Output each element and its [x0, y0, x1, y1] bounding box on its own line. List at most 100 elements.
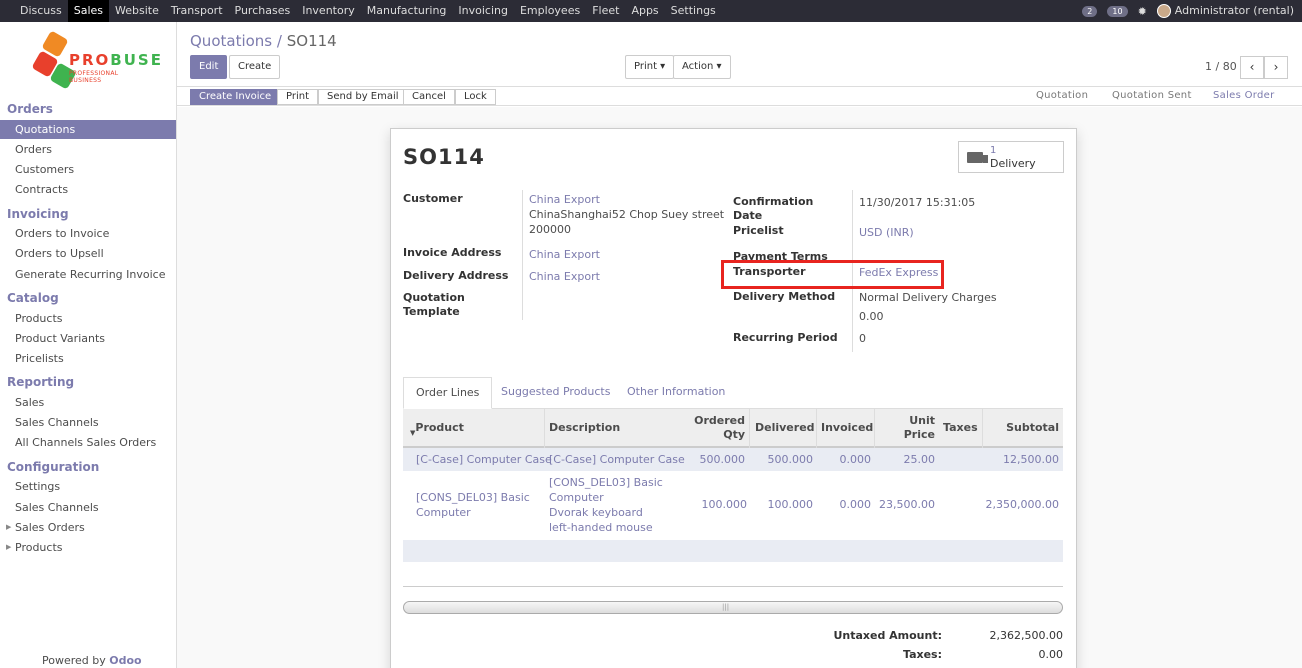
stage-quotation-sent[interactable]: Quotation Sent	[1112, 87, 1192, 105]
sidebar-item-customers[interactable]: Customers	[0, 160, 176, 179]
pricelist-field[interactable]: USD (INR)	[859, 225, 914, 240]
row-delivered[interactable]: 500.000	[750, 452, 814, 467]
menu-transport[interactable]: Transport	[165, 0, 229, 22]
pager-value[interactable]: 1 / 80	[1205, 60, 1237, 73]
sidebar-item-pricelists[interactable]: Pricelists	[0, 349, 176, 368]
company-logo[interactable]: PROBUSE PROFESSIONAL BUSINESS	[31, 30, 161, 94]
sidebar-item-config-sales-orders[interactable]: ▶ Sales Orders	[0, 518, 176, 537]
sidebar-item-products[interactable]: Products	[0, 309, 176, 328]
row-subtotal[interactable]: 2,350,000.00	[984, 497, 1059, 512]
column-invoiced[interactable]: Invoiced	[821, 421, 873, 435]
row-delivered[interactable]: 100.000	[750, 497, 814, 512]
chat-icon[interactable]: 2	[1082, 5, 1098, 17]
edit-button[interactable]: Edit	[190, 55, 228, 79]
column-product-label: Product	[415, 421, 464, 434]
scrollbar-grip-icon: |||	[722, 603, 730, 611]
activity-icon[interactable]: 10	[1107, 5, 1128, 17]
row-subtotal[interactable]: 12,500.00	[984, 452, 1059, 467]
table-row-add-line[interactable]	[403, 540, 1063, 562]
tab-other-information[interactable]: Other Information	[615, 377, 737, 409]
horizontal-scrollbar[interactable]: |||	[403, 601, 1063, 614]
column-divider	[982, 409, 983, 448]
confirmation-date-label: Confirmation Date	[733, 195, 813, 223]
invoice-address-field[interactable]: China Export	[529, 247, 600, 262]
menu-settings[interactable]: Settings	[665, 0, 722, 22]
sidebar-item-orders-to-upsell[interactable]: Orders to Upsell	[0, 244, 176, 263]
column-divider	[749, 409, 750, 448]
sidebar-item-config-products[interactable]: ▶ Products	[0, 538, 176, 557]
sidebar-item-quotations[interactable]: Quotations	[0, 120, 176, 139]
tab-order-lines[interactable]: Order Lines	[403, 377, 493, 409]
stage-quotation[interactable]: Quotation	[1036, 87, 1088, 105]
sidebar-item-sales-channels[interactable]: Sales Channels	[0, 413, 176, 432]
column-product[interactable]: ▼Product	[410, 421, 464, 437]
menu-apps[interactable]: Apps	[625, 0, 664, 22]
sidebar-item-orders[interactable]: Orders	[0, 140, 176, 159]
sidebar-item-contracts[interactable]: Contracts	[0, 180, 176, 199]
print-dropdown[interactable]: Print ▾	[625, 55, 675, 79]
pager-next-button[interactable]: ›	[1264, 56, 1288, 79]
sidebar-item-generate-recurring-invoice[interactable]: Generate Recurring Invoice	[0, 265, 176, 284]
sidebar-item-all-channels-sales-orders[interactable]: All Channels Sales Orders	[0, 433, 176, 452]
menu-inventory[interactable]: Inventory	[296, 0, 361, 22]
pager-previous-button[interactable]: ‹	[1240, 56, 1264, 79]
menu-website[interactable]: Website	[109, 0, 165, 22]
avatar	[1156, 4, 1171, 18]
lock-button[interactable]: Lock	[455, 89, 496, 105]
confirmation-date-field[interactable]: 11/30/2017 15:31:05	[859, 195, 975, 210]
menu-sales[interactable]: Sales	[67, 0, 110, 22]
column-taxes[interactable]: Taxes	[943, 421, 978, 435]
sidebar-item-sales[interactable]: Sales	[0, 393, 176, 412]
print-button[interactable]: Print	[277, 89, 319, 105]
tab-suggested-products[interactable]: Suggested Products	[489, 377, 622, 409]
create-invoice-button[interactable]: Create Invoice	[190, 89, 281, 105]
breadcrumb-parent[interactable]: Quotations	[190, 32, 272, 50]
row-product[interactable]: [CONS_DEL03] Basic Computer	[416, 490, 530, 520]
column-delivered[interactable]: Delivered	[755, 421, 815, 435]
row-description-line-4: left-handed mouse	[549, 521, 653, 534]
action-dropdown[interactable]: Action ▾	[673, 55, 731, 79]
row-product[interactable]: [C-Case] Computer Case	[416, 452, 552, 467]
sidebar-item-settings[interactable]: Settings	[0, 477, 176, 496]
delivery-method-field[interactable]: Normal Delivery Charges	[859, 290, 997, 305]
delivery-address-field[interactable]: China Export	[529, 269, 600, 284]
menu-purchases[interactable]: Purchases	[229, 0, 297, 22]
delivery-smart-button[interactable]: 1 Delivery	[958, 141, 1064, 173]
sidebar-item-orders-to-invoice[interactable]: Orders to Invoice	[0, 224, 176, 243]
recurring-period-field[interactable]: 0	[859, 331, 866, 346]
sidebar-item-label: Sales Orders	[15, 521, 85, 534]
delivery-method-amount: 0.00	[859, 310, 884, 323]
menu-employees[interactable]: Employees	[514, 0, 586, 22]
logo-text: PROBUSE	[69, 51, 163, 69]
delivery-address-label: Delivery Address	[403, 269, 509, 282]
customer-field[interactable]: China Export	[529, 192, 600, 207]
row-ordered-qty[interactable]: 100.000	[660, 497, 748, 512]
sidebar-item-config-sales-channels[interactable]: Sales Channels	[0, 498, 176, 517]
menu-discuss[interactable]: Discuss	[14, 0, 68, 22]
row-invoiced[interactable]: 0.000	[818, 497, 872, 512]
row-unit-price[interactable]: 23,500.00	[876, 497, 935, 512]
column-ordered-qty[interactable]: Ordered Qty	[660, 414, 745, 442]
column-unit-price[interactable]: Unit Price	[880, 414, 935, 442]
row-invoiced[interactable]: 0.000	[818, 452, 872, 467]
column-description[interactable]: Description	[549, 421, 620, 435]
sidebar-item-product-variants[interactable]: Product Variants	[0, 329, 176, 348]
send-by-email-button[interactable]: Send by Email	[318, 89, 408, 105]
customer-zip: 200000	[529, 223, 571, 236]
untaxed-amount-label: Untaxed Amount:	[833, 629, 942, 642]
menu-manufacturing[interactable]: Manufacturing	[361, 0, 453, 22]
breadcrumb: Quotations / SO114	[190, 32, 337, 50]
create-button[interactable]: Create	[229, 55, 281, 79]
stage-sales-order[interactable]: Sales Order	[1213, 87, 1275, 105]
column-subtotal[interactable]: Subtotal	[990, 421, 1059, 435]
row-unit-price[interactable]: 25.00	[876, 452, 936, 467]
menu-invoicing[interactable]: Invoicing	[452, 0, 514, 22]
menu-fleet[interactable]: Fleet	[586, 0, 625, 22]
sort-caret-icon: ▼	[410, 429, 416, 437]
row-ordered-qty[interactable]: 500.000	[660, 452, 746, 467]
cancel-button[interactable]: Cancel	[403, 89, 455, 105]
user-menu[interactable]: Administrator (rental)	[1156, 4, 1294, 18]
bug-icon[interactable]: ✹	[1138, 5, 1147, 18]
powered-by[interactable]: Powered by Odoo	[42, 654, 142, 667]
row-description[interactable]: [CONS_DEL03] Basic Computer Dvorak keyboar…	[549, 475, 663, 535]
